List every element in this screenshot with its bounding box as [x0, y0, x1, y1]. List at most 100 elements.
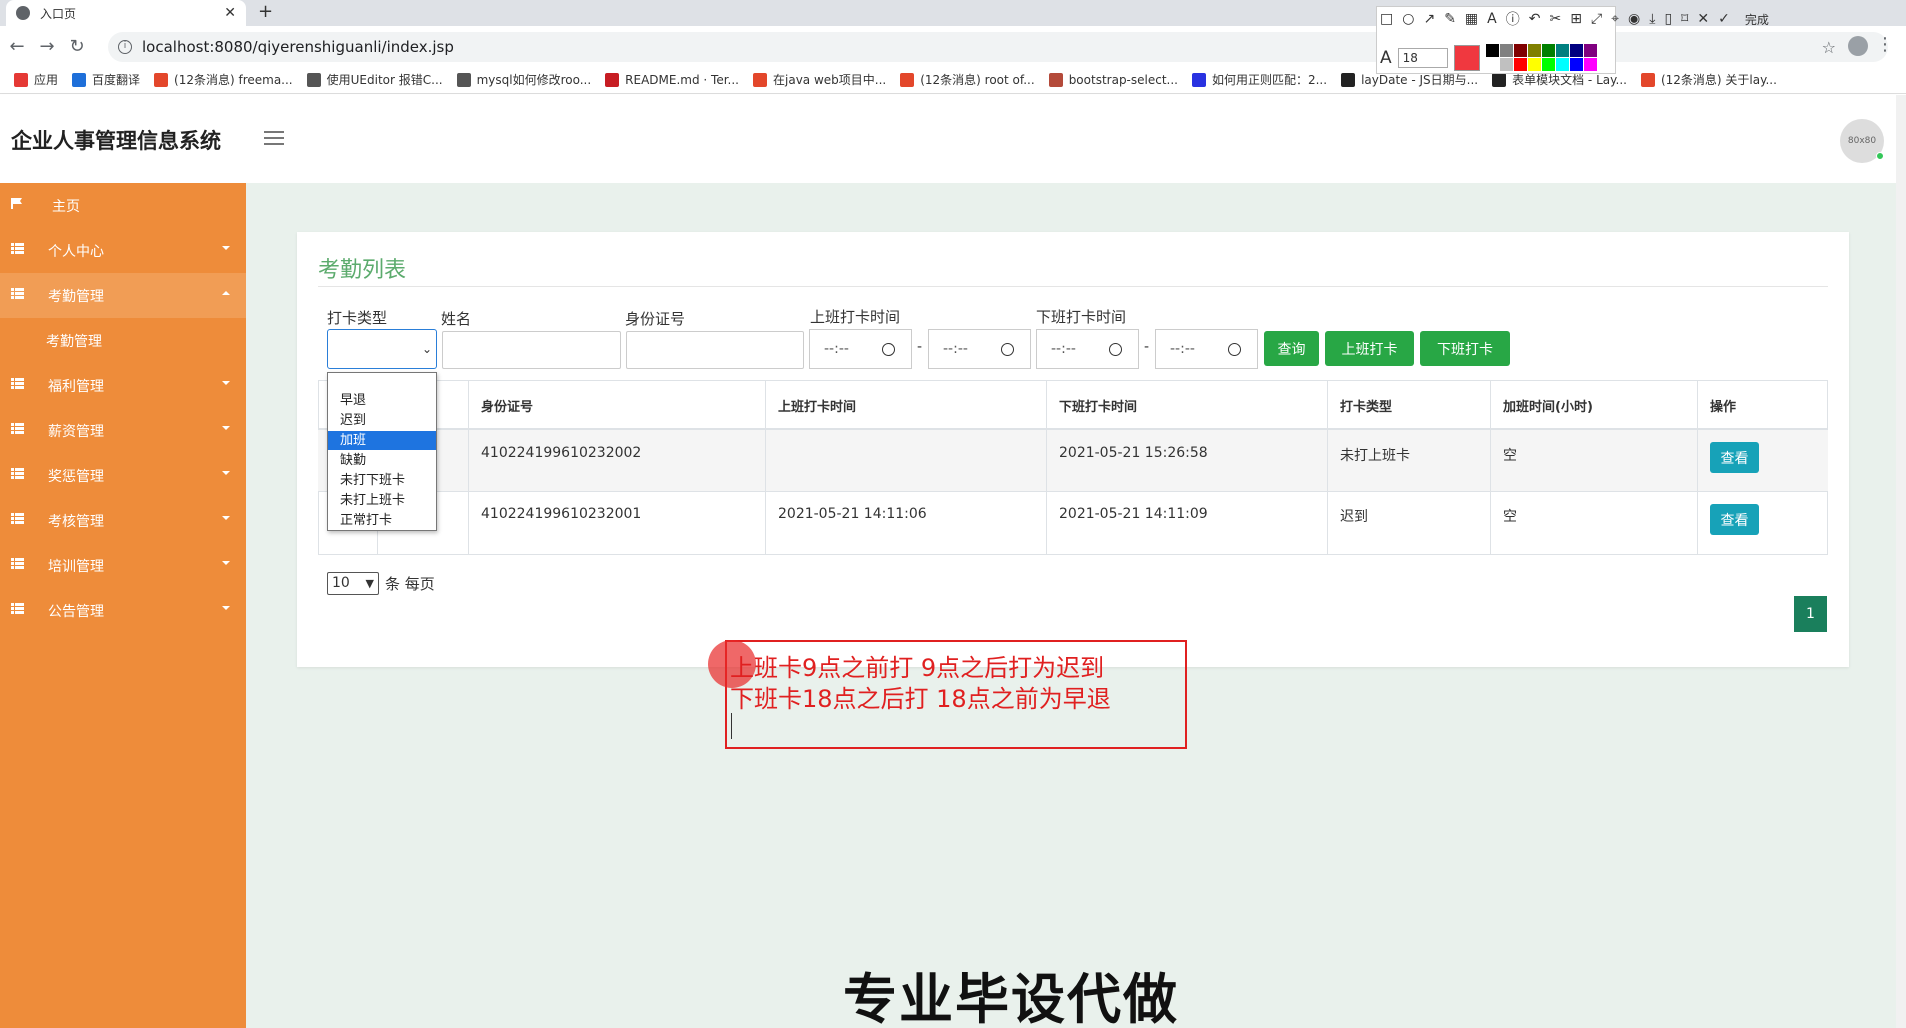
dropdown-option[interactable]: 早退	[328, 391, 436, 410]
time-placeholder: --:--	[943, 341, 968, 357]
bookmark-icon[interactable]: ⌑	[1681, 11, 1688, 27]
rectangle-tool-icon[interactable]: □	[1380, 11, 1393, 27]
browser-menu-icon[interactable]: ⋮	[1876, 34, 1894, 55]
address-bar[interactable]: i localhost:8080/qiyerenshiguanli/index.…	[108, 32, 1888, 62]
checkin-time-end-input[interactable]: --:--	[928, 329, 1031, 369]
menu-toggle-icon[interactable]	[264, 131, 284, 145]
bookmark-item[interactable]: mysql如何修改roo...	[456, 71, 591, 88]
column-header[interactable]: 打卡类型	[1329, 380, 1490, 430]
checkout-button[interactable]: 下班打卡	[1420, 331, 1510, 366]
site-info-icon[interactable]: i	[118, 40, 132, 54]
sidebar-item-assessment[interactable]: 考核管理	[0, 498, 246, 543]
name-input[interactable]	[442, 331, 621, 369]
palette-color-swatch[interactable]	[1499, 58, 1513, 71]
palette-color-swatch[interactable]	[1541, 58, 1555, 71]
column-header[interactable]: 下班打卡时间	[1048, 380, 1327, 430]
bookmark-item[interactable]: 使用UEditor 报错C...	[306, 71, 443, 88]
font-size-select[interactable]: 18	[1397, 47, 1448, 68]
ellipse-tool-icon[interactable]: ○	[1402, 11, 1414, 27]
color-palette[interactable]	[1485, 44, 1597, 71]
clock-type-select[interactable]	[327, 329, 437, 369]
pin-icon[interactable]: ⌖	[1611, 11, 1619, 27]
checkin-button[interactable]: 上班打卡	[1325, 331, 1414, 366]
view-button[interactable]: 查看	[1710, 504, 1759, 535]
palette-color-swatch[interactable]	[1569, 44, 1583, 57]
bookmark-item[interactable]: bootstrap-select...	[1048, 72, 1178, 87]
sidebar-item-rewards[interactable]: 奖惩管理	[0, 453, 246, 498]
sidebar-subitem-label: 考勤管理	[46, 333, 102, 350]
bookmark-item[interactable]: 如何用正则匹配：2...	[1191, 71, 1327, 88]
sidebar-item-welfare[interactable]: 福利管理	[0, 363, 246, 408]
number-tool-icon[interactable]: ⓘ	[1506, 9, 1520, 29]
palette-color-swatch[interactable]	[1583, 44, 1597, 57]
palette-color-swatch[interactable]	[1485, 44, 1499, 57]
column-header[interactable]: 身份证号	[470, 380, 765, 430]
bookmark-item[interactable]: (12条消息) freema...	[154, 71, 293, 88]
column-header[interactable]: 加班时间(小时)	[1492, 380, 1697, 430]
undo-icon[interactable]: ↶	[1529, 11, 1541, 27]
forward-icon[interactable]: →	[34, 36, 60, 57]
back-icon[interactable]: ←	[4, 36, 30, 57]
reload-icon[interactable]: ↻	[64, 36, 90, 57]
pen-tool-icon[interactable]: ✎	[1444, 11, 1456, 27]
text-tool-icon[interactable]: A	[1487, 11, 1497, 27]
palette-color-swatch[interactable]	[1569, 58, 1583, 71]
mosaic-tool-icon[interactable]: ▦	[1465, 11, 1478, 27]
current-color-swatch[interactable]	[1453, 44, 1480, 71]
page-size-select[interactable]: 10 ▼	[327, 572, 379, 595]
checkin-time-start-input[interactable]: --:--	[809, 329, 912, 369]
dropdown-option[interactable]: 未打上班卡	[328, 491, 436, 510]
page-button-current[interactable]: 1	[1794, 596, 1827, 632]
bookmark-item[interactable]: (12条消息) root of...	[900, 71, 1035, 88]
checkout-time-end-input[interactable]: --:--	[1155, 329, 1258, 369]
sidebar-item-personal[interactable]: 个人中心	[0, 228, 246, 273]
bookmark-item[interactable]: (12条消息) 关于lay...	[1640, 71, 1777, 88]
dropdown-option[interactable]: 缺勤	[328, 451, 436, 470]
palette-color-swatch[interactable]	[1527, 44, 1541, 57]
expand-icon[interactable]: ⤢	[1591, 11, 1602, 27]
palette-color-swatch[interactable]	[1541, 44, 1555, 57]
sidebar-item-training[interactable]: 培训管理	[0, 543, 246, 588]
column-header[interactable]: 上班打卡时间	[767, 380, 1046, 430]
done-button[interactable]: 完成	[1745, 11, 1769, 28]
palette-color-swatch[interactable]	[1485, 58, 1499, 71]
check-icon[interactable]: ✓	[1718, 11, 1730, 27]
arrow-tool-icon[interactable]: ↗	[1423, 11, 1435, 27]
browser-tab[interactable]: 入口页 ✕	[6, 0, 246, 26]
profile-icon[interactable]	[1848, 36, 1868, 56]
view-button[interactable]: 查看	[1710, 442, 1759, 473]
page-scrollbar[interactable]	[1896, 95, 1906, 1028]
palette-color-swatch[interactable]	[1513, 44, 1527, 57]
sidebar-item-notices[interactable]: 公告管理	[0, 588, 246, 633]
scissors-icon[interactable]: ✂	[1549, 11, 1561, 27]
new-tab-button[interactable]: +	[258, 1, 273, 22]
dropdown-option[interactable]: 未打下班卡	[328, 471, 436, 490]
dropdown-option[interactable]: 迟到	[328, 411, 436, 430]
sidebar-item-attendance[interactable]: 考勤管理	[0, 273, 246, 318]
bookmark-item[interactable]: 百度翻译	[72, 71, 140, 88]
record-icon[interactable]: ◉	[1628, 11, 1640, 27]
translate-icon[interactable]: ⊞	[1570, 11, 1582, 27]
palette-color-swatch[interactable]	[1583, 58, 1597, 71]
dropdown-option[interactable]: 正常打卡	[328, 511, 436, 530]
tab-close-icon[interactable]: ✕	[224, 5, 236, 21]
palette-color-swatch[interactable]	[1527, 58, 1541, 71]
dropdown-option-highlighted[interactable]: 加班	[328, 431, 436, 450]
download-icon[interactable]: ⤓	[1649, 11, 1655, 27]
sidebar-item-salary[interactable]: 薪资管理	[0, 408, 246, 453]
bookmark-item[interactable]: 应用	[14, 71, 58, 88]
palette-color-swatch[interactable]	[1499, 44, 1513, 57]
bookmark-star-icon[interactable]: ☆	[1822, 38, 1836, 57]
checkout-time-start-input[interactable]: --:--	[1036, 329, 1139, 369]
phone-icon[interactable]: ▯	[1664, 11, 1672, 27]
sidebar-item-home[interactable]: 主页	[0, 183, 246, 228]
bookmark-item[interactable]: 在java web项目中...	[753, 71, 886, 88]
palette-color-swatch[interactable]	[1513, 58, 1527, 71]
id-number-input[interactable]	[626, 331, 804, 369]
palette-color-swatch[interactable]	[1555, 44, 1569, 57]
bookmark-item[interactable]: README.md · Ter...	[605, 72, 739, 87]
query-button[interactable]: 查询	[1264, 331, 1319, 366]
close-icon[interactable]: ✕	[1697, 11, 1709, 27]
palette-color-swatch[interactable]	[1555, 58, 1569, 71]
sidebar-subitem-attendance[interactable]: 考勤管理	[0, 318, 246, 363]
